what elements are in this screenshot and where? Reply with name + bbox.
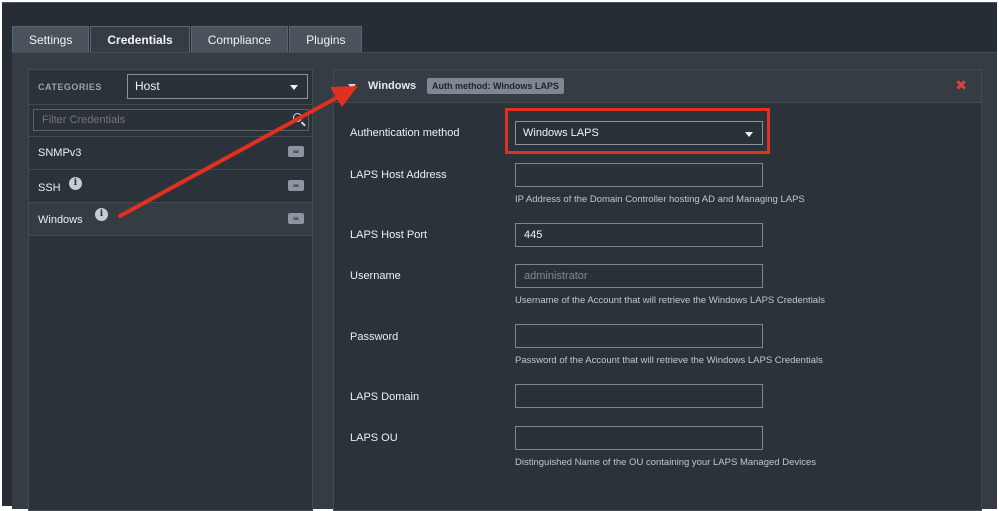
credential-detail-panel: Windows Auth method: Windows LAPS ✖ Auth… [333, 69, 982, 511]
tab-bar: Settings Credentials Compliance Plugins [12, 26, 363, 53]
credential-categories-panel: CATEGORIES Host SNMPv3 ∞ SSH i ∞ Windo [28, 69, 313, 511]
laps-ou-input[interactable] [515, 426, 763, 450]
laps-ou-help: Distinguished Name of the OU containing … [515, 457, 816, 468]
unlimited-badge: ∞ [288, 180, 304, 191]
close-icon[interactable]: ✖ [955, 78, 967, 92]
filter-credentials-input[interactable] [33, 109, 309, 131]
laps-host-address-label: LAPS Host Address [350, 169, 447, 181]
panel-header: Windows Auth method: Windows LAPS ✖ [334, 70, 981, 103]
credential-item-label: Windows [38, 214, 83, 226]
tab-credentials[interactable]: Credentials [90, 26, 190, 53]
credential-item-label: SNMPv3 [38, 147, 82, 159]
unlimited-badge: ∞ [288, 146, 304, 157]
laps-ou-label: LAPS OU [350, 432, 398, 444]
credential-item-windows[interactable]: Windows i ∞ [29, 203, 312, 236]
unlimited-badge: ∞ [288, 213, 304, 224]
laps-domain-label: LAPS Domain [350, 391, 420, 403]
chevron-down-icon [290, 85, 298, 90]
credential-item-ssh[interactable]: SSH i ∞ [29, 170, 312, 203]
app-window: Settings Credentials Compliance Plugins … [2, 2, 997, 511]
tab-compliance[interactable]: Compliance [190, 26, 289, 53]
tab-plugins[interactable]: Plugins [289, 26, 363, 53]
password-input[interactable] [515, 324, 763, 348]
category-select-value: Host [135, 79, 160, 93]
authentication-method-label: Authentication method [350, 127, 460, 139]
category-row: CATEGORIES Host [29, 70, 312, 105]
username-label: Username [350, 270, 401, 282]
credentials-body: CATEGORIES Host SNMPv3 ∞ SSH i ∞ Windo [12, 52, 997, 511]
laps-host-port-input[interactable] [515, 223, 763, 247]
info-icon[interactable]: i [95, 208, 108, 221]
auth-method-badge: Auth method: Windows LAPS [427, 78, 564, 94]
categories-label: CATEGORIES [38, 82, 102, 92]
filter-row [29, 105, 312, 137]
username-help: Username of the Account that will retrie… [515, 295, 825, 306]
annotation-highlight-box [505, 108, 770, 154]
credential-item-label: SSH [38, 182, 61, 194]
category-select[interactable]: Host [127, 74, 308, 99]
laps-host-address-help: IP Address of the Domain Controller host… [515, 194, 805, 205]
info-icon[interactable]: i [69, 177, 82, 190]
search-icon[interactable] [293, 113, 302, 122]
username-input[interactable] [515, 264, 763, 288]
laps-domain-input[interactable] [515, 384, 763, 408]
laps-host-port-label: LAPS Host Port [350, 229, 428, 241]
panel-title: Windows [368, 80, 417, 92]
tab-settings[interactable]: Settings [12, 26, 90, 53]
password-label: Password [350, 331, 399, 343]
laps-host-address-input[interactable] [515, 163, 763, 187]
credential-item-snmpv3[interactable]: SNMPv3 ∞ [29, 137, 312, 170]
collapse-triangle-icon[interactable] [348, 84, 356, 89]
password-help: Password of the Account that will retrie… [515, 355, 823, 366]
